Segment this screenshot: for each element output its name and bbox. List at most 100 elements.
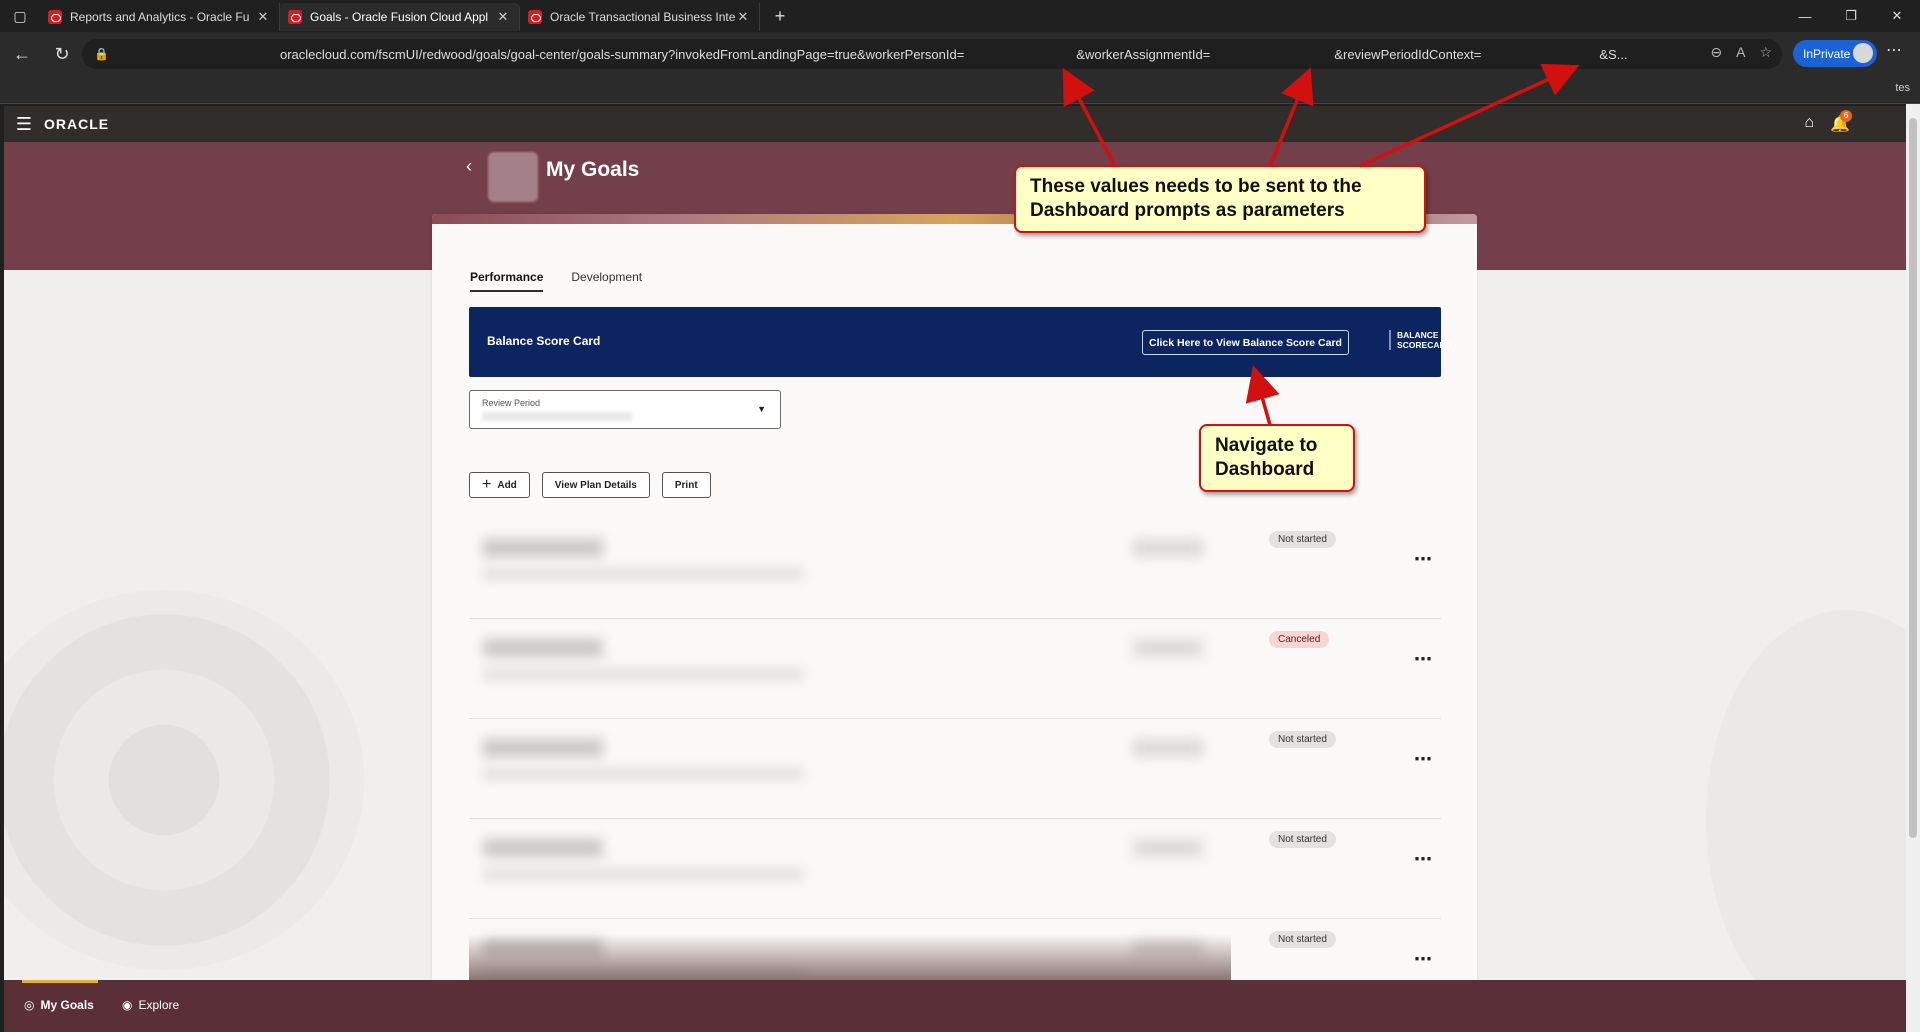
- goal-content-redacted: [473, 823, 1233, 913]
- url-part: oraclecloud.com/fscmUI/redwood/goals/goa…: [280, 46, 965, 62]
- review-period-label: Review Period: [482, 398, 541, 408]
- url-redacted: [964, 47, 1076, 59]
- address-bar[interactable]: 🔒 oraclecloud.com/fscmUI/redwood/goals/g…: [82, 39, 1782, 69]
- nav-label: Explore: [138, 998, 180, 1012]
- status-badge: Not started: [1269, 831, 1336, 848]
- favorites-bar: tes: [0, 76, 1920, 104]
- new-tab-button[interactable]: +: [766, 6, 794, 27]
- status-badge: Canceled: [1269, 631, 1330, 648]
- profile-avatar-icon: [1853, 43, 1873, 63]
- caret-down-icon: ▼: [757, 404, 766, 414]
- header-icons: ⌂ 🔔 6: [1804, 110, 1853, 134]
- url-text: oraclecloud.com/fscmUI/redwood/goals/goa…: [280, 47, 1628, 62]
- bell-icon[interactable]: 🔔 6: [1830, 110, 1853, 134]
- favorites-overflow[interactable]: tes: [1895, 82, 1910, 94]
- list-item[interactable]: Not started ⋯: [469, 519, 1441, 619]
- zoom-icon[interactable]: ⊖: [1710, 44, 1722, 61]
- balance-score-card-panel: Balance Score Card Click Here to View Ba…: [469, 307, 1452, 377]
- goal-actions: + Add View Plan Details Print: [469, 472, 711, 498]
- inprivate-label: InPrivate: [1803, 46, 1851, 61]
- inprivate-button[interactable]: InPrivate: [1793, 40, 1877, 67]
- oracle-favicon-icon: [528, 10, 542, 24]
- balance-scorecard-logo: BALANCE SCORECARD: [1389, 330, 1452, 350]
- close-icon[interactable]: ✕: [495, 9, 511, 25]
- review-period-select[interactable]: Review Period ▼: [469, 390, 781, 429]
- list-item[interactable]: Canceled ⋯: [469, 619, 1441, 719]
- app-header: ☰ ORACLE ⌂ 🔔 6: [4, 106, 1906, 142]
- more-actions-icon[interactable]: ⋯: [1414, 749, 1433, 770]
- back-chevron-icon[interactable]: ‹: [466, 156, 472, 177]
- print-button[interactable]: Print: [661, 472, 711, 498]
- avatar: [488, 152, 538, 202]
- tab-development[interactable]: Development: [571, 270, 642, 292]
- notification-badge: 6: [1840, 110, 1853, 122]
- oracle-favicon-icon: [288, 10, 302, 24]
- more-actions-icon[interactable]: ⋯: [1414, 549, 1433, 570]
- goal-content-redacted: [473, 623, 1233, 713]
- tab-actions-icon[interactable]: ▢: [0, 0, 40, 32]
- topographic-decoration: [4, 590, 364, 970]
- tab-label: Goals - Oracle Fusion Cloud Appl: [310, 10, 489, 24]
- status-badge: Not started: [1269, 531, 1336, 548]
- close-icon[interactable]: ✕: [735, 9, 751, 25]
- tab-label: Oracle Transactional Business Inte: [550, 10, 735, 24]
- logo-line: BALANCE: [1397, 330, 1439, 340]
- goal-content-redacted: [473, 723, 1233, 813]
- browser-tab-strip: ▢ Reports and Analytics - Oracle Fu ✕ Go…: [0, 0, 1920, 32]
- topographic-decoration: [1706, 610, 1906, 980]
- scroll-fade: [469, 934, 1231, 980]
- home-icon[interactable]: ⌂: [1804, 114, 1814, 134]
- eye-icon: ◉: [122, 998, 133, 1012]
- callout-parameters: These values needs to be sent to the Das…: [1014, 165, 1426, 233]
- view-balance-score-card-button[interactable]: Click Here to View Balance Score Card: [1142, 330, 1349, 355]
- nav-label: My Goals: [40, 998, 94, 1012]
- url-part: &reviewPeriodIdContext=: [1334, 46, 1482, 62]
- list-item[interactable]: Not started ⋯: [469, 719, 1441, 819]
- status-badge: Not started: [1269, 931, 1336, 948]
- bottom-navigation: ◎ My Goals ◉ Explore: [4, 980, 1906, 1032]
- url-redacted: [1481, 47, 1599, 59]
- view-plan-details-button[interactable]: View Plan Details: [541, 472, 650, 498]
- refresh-icon[interactable]: ↻: [44, 36, 80, 72]
- logo-line: SCORECARD: [1397, 340, 1452, 350]
- add-button[interactable]: + Add: [469, 472, 530, 498]
- browser-toolbar: ← ↻ 🔒 oraclecloud.com/fscmUI/redwood/goa…: [0, 32, 1920, 76]
- close-icon[interactable]: ✕: [255, 9, 271, 25]
- hamburger-menu-icon[interactable]: ☰: [4, 114, 44, 135]
- nav-explore[interactable]: ◉ Explore: [122, 998, 179, 1012]
- active-indicator: [22, 980, 98, 983]
- back-arrow-icon[interactable]: ←: [4, 36, 40, 72]
- read-aloud-icon[interactable]: A: [1736, 44, 1745, 61]
- close-window-icon[interactable]: ✕: [1874, 0, 1920, 32]
- goal-content-redacted: [473, 523, 1233, 613]
- more-actions-icon[interactable]: ⋯: [1414, 849, 1433, 870]
- callout-navigate: Navigate to Dashboard: [1199, 424, 1355, 492]
- more-actions-icon[interactable]: ⋯: [1414, 949, 1433, 970]
- url-part: &workerAssignmentId=: [1076, 46, 1211, 62]
- nav-my-goals[interactable]: ◎ My Goals: [24, 998, 94, 1012]
- page-title: My Goals: [546, 158, 640, 181]
- more-actions-icon[interactable]: ⋯: [1414, 649, 1433, 670]
- restore-icon[interactable]: ❐: [1828, 0, 1874, 32]
- list-item[interactable]: Not started ⋯: [469, 819, 1441, 919]
- plus-icon: +: [482, 476, 492, 493]
- oracle-favicon-icon: [48, 10, 62, 24]
- browser-tab-goals[interactable]: Goals - Oracle Fusion Cloud Appl ✕: [280, 3, 520, 31]
- tab-label: Reports and Analytics - Oracle Fu: [70, 10, 250, 24]
- tab-performance[interactable]: Performance: [470, 270, 544, 292]
- browser-tab-reports[interactable]: Reports and Analytics - Oracle Fu ✕: [40, 3, 280, 31]
- favorite-star-icon[interactable]: ☆: [1759, 44, 1772, 61]
- url-redacted: [1210, 47, 1334, 59]
- url-redacted: [120, 47, 280, 61]
- goal-tabs: Performance Development: [470, 270, 642, 292]
- address-bar-icons: ⊖ A ☆: [1710, 44, 1772, 61]
- lock-icon: 🔒: [94, 47, 109, 61]
- browser-tab-otbi[interactable]: Oracle Transactional Business Inte ✕: [520, 3, 760, 31]
- scrollbar-thumb[interactable]: [1909, 118, 1917, 838]
- more-options-icon[interactable]: ⋯: [1886, 40, 1902, 60]
- oracle-logo[interactable]: ORACLE: [44, 116, 109, 132]
- window-controls: — ❐ ✕: [1782, 0, 1920, 32]
- page-scrollbar[interactable]: [1906, 104, 1920, 1032]
- minimize-icon[interactable]: —: [1782, 0, 1828, 32]
- bsc-title: Balance Score Card: [487, 334, 601, 348]
